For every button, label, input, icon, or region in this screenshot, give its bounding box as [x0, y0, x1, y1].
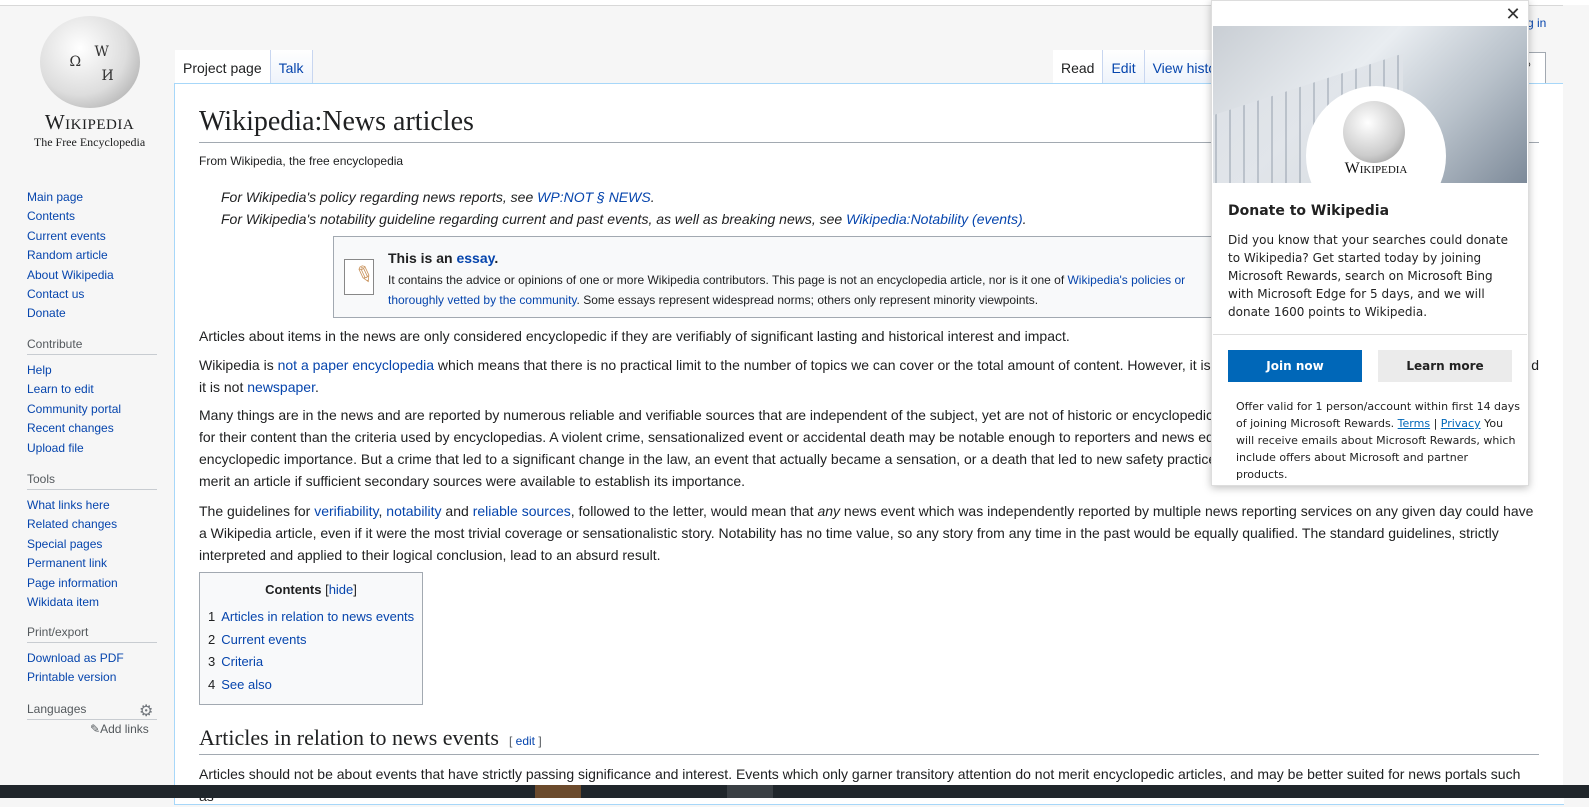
gear-icon[interactable]: ⚙ — [139, 701, 153, 721]
scrollbar[interactable] — [1563, 5, 1589, 798]
hero-image: Wikipedia — [1213, 26, 1527, 183]
toc-title: Contents — [265, 582, 322, 597]
paragraph-4: The guidelines for verifiability, notabi… — [199, 503, 1534, 563]
tab-project-page[interactable]: Project page — [175, 50, 271, 83]
privacy-link[interactable]: Privacy — [1441, 417, 1481, 430]
taskbar — [0, 785, 1589, 798]
learn-more-button[interactable]: Learn more — [1378, 350, 1512, 382]
wikipedia-logo[interactable]: Ω W И Wikipedia The Free Encyclopedia — [22, 16, 157, 150]
namespace-tabs: Project page Talk — [175, 50, 313, 83]
essay-policies-link[interactable]: Wikipedia's policies or — [1067, 273, 1185, 287]
tools-portal: Tools What links here Related changes Sp… — [27, 472, 157, 612]
pencil-icon: ✎ — [90, 722, 101, 736]
essay-title: This is an essay. — [388, 250, 499, 266]
popup-title: Donate to Wikipedia — [1228, 203, 1390, 219]
nav-recent-changes[interactable]: Recent changes — [27, 421, 114, 435]
close-icon[interactable]: ✕ — [1504, 6, 1522, 25]
nav-download-pdf[interactable]: Download as PDF — [27, 651, 124, 665]
portal-heading-languages: Languages — [27, 702, 157, 720]
link-verifiability[interactable]: verifiability — [314, 503, 378, 519]
section-heading: Articles in relation to news events[ edi… — [199, 725, 1539, 755]
wordmark: Wikipedia — [44, 110, 135, 134]
link-notability[interactable]: notability — [386, 503, 441, 519]
toc-item[interactable]: 2 Current events — [208, 629, 422, 652]
toc-item[interactable]: 3 Criteria — [208, 651, 422, 674]
tab-edit[interactable]: Edit — [1103, 50, 1145, 83]
popup-text: Did you know that your searches could do… — [1228, 233, 1509, 319]
nav-random-article[interactable]: Random article — [27, 248, 108, 262]
nav-about-wikipedia[interactable]: About Wikipedia — [27, 268, 114, 282]
tab-read[interactable]: Read — [1053, 50, 1104, 83]
section-edit-link[interactable]: edit — [516, 734, 535, 748]
login-link[interactable]: g in — [1527, 16, 1546, 30]
divider — [1213, 334, 1527, 335]
view-tabs: Read Edit View history — [1053, 50, 1237, 83]
nav-page-information[interactable]: Page information — [27, 576, 118, 590]
popup-fine-print: Offer valid for 1 person/account within … — [1236, 400, 1521, 481]
contribute-portal: Contribute Help Learn to edit Community … — [27, 337, 157, 458]
nav-learn-to-edit[interactable]: Learn to edit — [27, 382, 94, 396]
portal-heading-print: Print/export — [27, 625, 157, 643]
essay-link[interactable]: essay — [456, 250, 494, 266]
terms-link[interactable]: Terms — [1398, 417, 1430, 430]
toc-item[interactable]: 1 Articles in relation to news events — [208, 606, 422, 629]
nav-special-pages[interactable]: Special pages — [27, 537, 102, 551]
nav-related-changes[interactable]: Related changes — [27, 517, 117, 531]
nav-main-page[interactable]: Main page — [27, 190, 83, 204]
nav-what-links-here[interactable]: What links here — [27, 498, 110, 512]
nav-upload-file[interactable]: Upload file — [27, 441, 84, 455]
add-links-link[interactable]: ✎Add links — [90, 722, 149, 736]
table-of-contents: Contents [hide] 1 Articles in relation to… — [199, 572, 423, 705]
tab-talk[interactable]: Talk — [270, 50, 313, 83]
essay-pencil-icon: ✎ — [344, 259, 377, 295]
nav-permanent-link[interactable]: Permanent link — [27, 556, 107, 570]
hero-wordmark: Wikipedia — [1344, 160, 1408, 177]
toc-hide-link[interactable]: hide — [329, 582, 354, 597]
paragraph-1: Articles about items in the news are onl… — [199, 328, 1070, 344]
puzzle-globe-icon: Ω W И — [39, 16, 140, 108]
link-newspaper[interactable]: newspaper — [247, 379, 315, 395]
nav-help[interactable]: Help — [27, 363, 52, 377]
nav-contents[interactable]: Contents — [27, 209, 75, 223]
link-not-paper-encyclopedia[interactable]: not a paper encyclopedia — [278, 357, 434, 373]
hatnote-link-wp-not-news[interactable]: WP:NOT § NEWS — [537, 189, 651, 205]
taskbar-app[interactable] — [727, 785, 773, 798]
nav-contact-us[interactable]: Contact us — [27, 287, 84, 301]
donate-popup: ✕ Wikipedia Donate to Wikipedia Did you … — [1211, 0, 1529, 486]
nav-donate[interactable]: Donate — [27, 306, 66, 320]
taskbar-app[interactable] — [535, 785, 581, 798]
portal-heading-tools: Tools — [27, 472, 157, 490]
join-now-button[interactable]: Join now — [1228, 350, 1362, 382]
link-reliable-sources[interactable]: reliable sources — [473, 503, 571, 519]
nav-community-portal[interactable]: Community portal — [27, 402, 121, 416]
puzzle-globe-icon — [1343, 101, 1405, 163]
nav-wikidata-item[interactable]: Wikidata item — [27, 595, 99, 609]
toc-item[interactable]: 4 See also — [208, 674, 422, 697]
tagline: The Free Encyclopedia — [33, 135, 146, 149]
essay-vetted-link[interactable]: thoroughly vetted by the community — [388, 293, 577, 307]
nav-printable-version[interactable]: Printable version — [27, 670, 116, 684]
navigation-portal: Main page Contents Current events Random… — [27, 188, 157, 324]
print-portal: Print/export Download as PDF Printable v… — [27, 625, 157, 688]
portal-heading-contribute: Contribute — [27, 337, 157, 355]
hatnote-link-notability-events[interactable]: Wikipedia:Notability (events) — [846, 211, 1023, 227]
nav-current-events[interactable]: Current events — [27, 229, 106, 243]
